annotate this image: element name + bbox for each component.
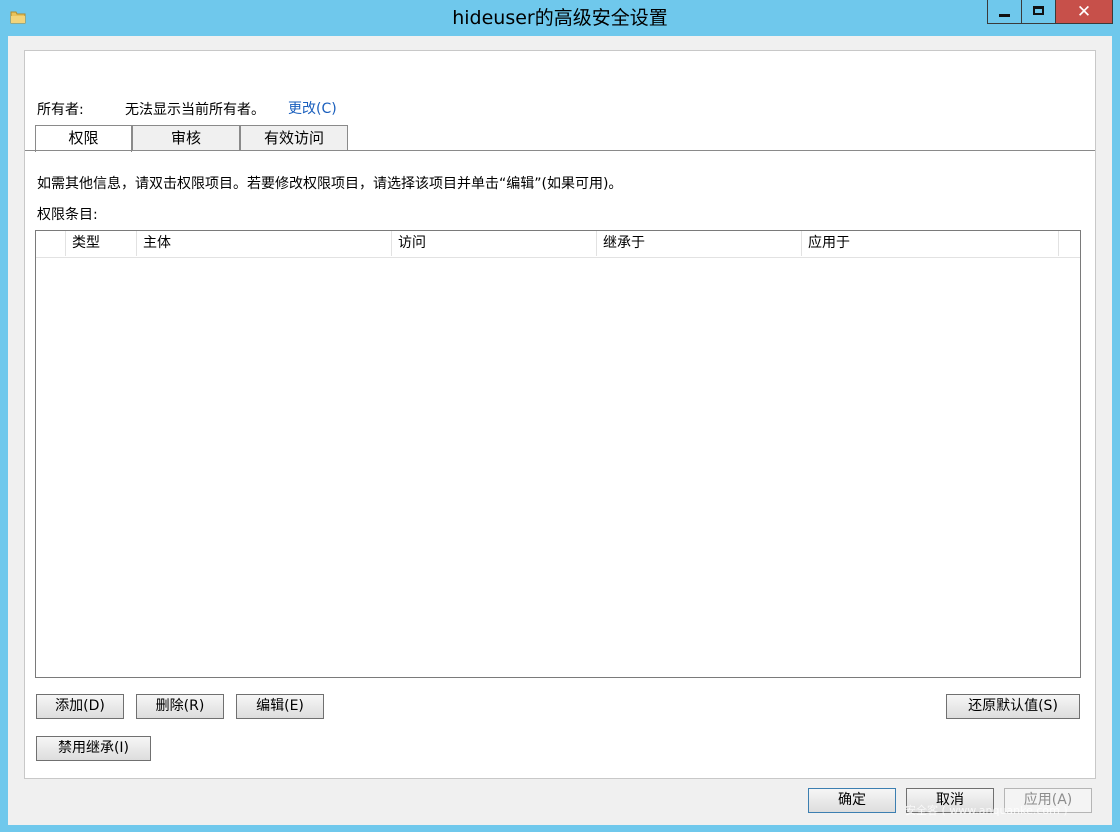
disable-inheritance-button[interactable]: 禁用继承(I): [36, 736, 151, 761]
column-header-access[interactable]: 访问: [392, 231, 597, 256]
add-button[interactable]: 添加(D): [36, 694, 124, 719]
close-icon: ✕: [1076, 2, 1092, 22]
tab-permissions[interactable]: 权限: [35, 125, 132, 152]
dialog-frame: 所有者: 无法显示当前所有者。 更改(C) 权限 审核 有效访问 如需其他信息，…: [8, 36, 1112, 825]
window-title: hideuser的高级安全设置: [452, 7, 668, 29]
restore-defaults-button[interactable]: 还原默认值(S): [946, 694, 1080, 719]
minimize-icon: [999, 14, 1010, 17]
change-owner-link[interactable]: 更改(C): [288, 98, 337, 118]
edit-button[interactable]: 编辑(E): [236, 694, 324, 719]
title-bar: hideuser的高级安全设置 ✕: [0, 0, 1120, 36]
minimize-button[interactable]: [987, 0, 1022, 24]
column-header-principal[interactable]: 主体: [137, 231, 392, 256]
tab-divider: [25, 150, 1095, 151]
owner-value: 无法显示当前所有者。: [125, 102, 265, 118]
maximize-icon: [1033, 6, 1044, 15]
column-header-type[interactable]: 类型: [66, 231, 137, 256]
maximize-button[interactable]: [1021, 0, 1056, 24]
ok-button[interactable]: 确定: [808, 788, 896, 813]
column-header-icon[interactable]: [36, 231, 66, 256]
owner-label: 所有者:: [37, 102, 84, 118]
permission-entries-list[interactable]: 类型 主体 访问 继承于 应用于: [35, 230, 1081, 678]
list-header: 类型 主体 访问 继承于 应用于: [36, 231, 1080, 258]
close-button[interactable]: ✕: [1055, 0, 1113, 24]
tab-effective-access[interactable]: 有效访问: [240, 125, 348, 151]
permission-entries-label: 权限条目:: [37, 207, 98, 223]
permissions-description: 如需其他信息，请双击权限项目。若要修改权限项目，请选择该项目并单击“编辑”(如果…: [37, 176, 623, 192]
remove-button[interactable]: 删除(R): [136, 694, 224, 719]
watermark: 安全客 ( www.anquanke.com ): [905, 804, 1068, 817]
column-header-applies-to[interactable]: 应用于: [802, 231, 1059, 256]
column-header-inherited-from[interactable]: 继承于: [597, 231, 802, 256]
content-panel: 所有者: 无法显示当前所有者。 更改(C) 权限 审核 有效访问 如需其他信息，…: [24, 50, 1096, 779]
tab-auditing[interactable]: 审核: [132, 125, 240, 151]
